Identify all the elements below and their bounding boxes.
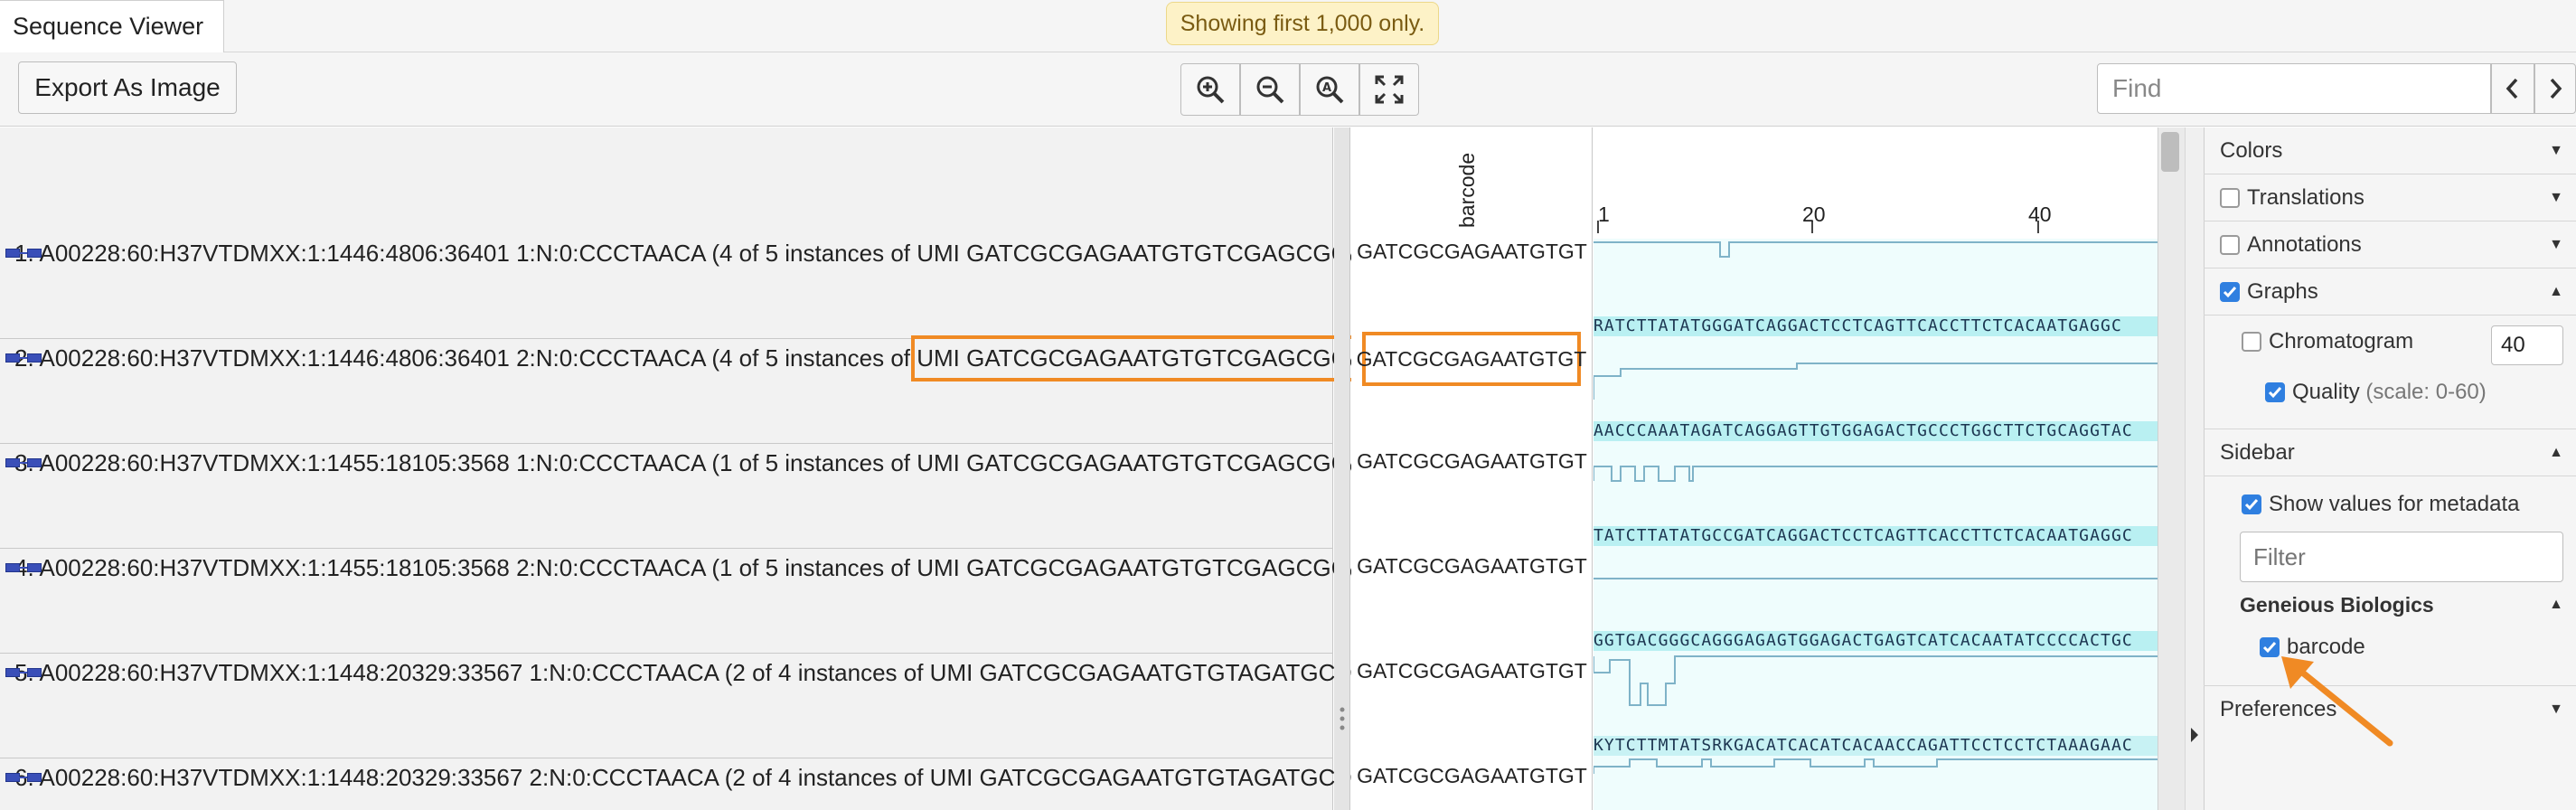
splitter-handle[interactable]: [1334, 127, 1350, 810]
sequence-row[interactable]: 2. A00228:60:H37VTDMXX:1:1446:4806:36401…: [0, 334, 1410, 381]
quality-graph: [1594, 546, 2158, 631]
scrollbar-thumb[interactable]: [2161, 132, 2179, 172]
chromatogram-label: Chromatogram: [2269, 329, 2414, 353]
filter-input[interactable]: [2240, 532, 2563, 582]
sequence-row[interactable]: 4. A00228:60:H37VTDMXX:1:1455:18105:3568…: [0, 545, 1405, 590]
chevron-down-icon: ▼: [2549, 236, 2563, 252]
quality-scale: (scale: 0-60): [2365, 380, 2487, 404]
expand-button[interactable]: [1359, 63, 1419, 116]
group-label: Geneious Biologics: [2240, 592, 2434, 617]
sequence-name: 3. A00228:60:H37VTDMXX:1:1455:18105:3568…: [14, 448, 1405, 476]
panel-collapse-strip[interactable]: [2185, 127, 2204, 810]
quality-graph: [1594, 239, 2158, 316]
metadata-value: GATCGCGAGAATGTGT: [1357, 554, 1587, 578]
sequence-name: 5. A00228:60:H37VTDMXX:1:1448:20329:3356…: [14, 658, 1405, 686]
ruler-label: 40: [2028, 202, 2052, 226]
barcode-checkbox[interactable]: [2260, 637, 2280, 657]
find-next-button[interactable]: [2534, 63, 2576, 114]
sequence-bases: KYTCTTMTATSRKGACATCACATCACAACCAGATTCCTCC…: [1594, 736, 2158, 756]
sequence-name: 1. A00228:60:H37VTDMXX:1:1446:4806:36401…: [14, 239, 1405, 267]
sequence-row[interactable]: 1. A00228:60:H37VTDMXX:1:1446:4806:36401…: [0, 231, 1405, 276]
quality-graph: [1594, 336, 2158, 421]
chevron-down-icon: ▼: [2549, 702, 2563, 717]
translations-checkbox[interactable]: [2220, 187, 2240, 208]
chevron-up-icon: ▲: [2549, 444, 2563, 460]
sequence-row[interactable]: 6. A00228:60:H37VTDMXX:1:1448:20329:3356…: [0, 755, 1404, 800]
find-input[interactable]: [2097, 63, 2491, 114]
zoom-in-icon: [1197, 76, 1225, 104]
show-values-label: Show values for metadata: [2269, 492, 2520, 516]
zoom-out-button[interactable]: [1240, 63, 1300, 116]
tab-sequence-viewer[interactable]: Sequence Viewer: [0, 0, 224, 52]
metadata-header-label: barcode: [1455, 152, 1479, 228]
export-as-image-button[interactable]: Export As Image: [18, 61, 237, 114]
graphs-checkbox[interactable]: [2220, 281, 2240, 302]
section-sidebar[interactable]: Sidebar ▲: [2204, 429, 2576, 476]
section-graphs-label: Graphs: [2247, 278, 2318, 304]
metadata-value: GATCGCGAGAATGTGT: [1357, 764, 1587, 787]
metadata-value: GATCGCGAGAATGTGT: [1357, 240, 1587, 263]
sequence-row[interactable]: 5. A00228:60:H37VTDMXX:1:1448:20329:3356…: [0, 650, 1404, 695]
sequence-bases: TATCTTATATGCCGATCAGGACTCCTCAGTTCACCTTCTC…: [1594, 526, 2158, 546]
chromatogram-option[interactable]: Chromatogram: [2242, 329, 2413, 354]
annotation-arrow-icon: [2281, 656, 2393, 747]
chevron-up-icon: ▲: [2549, 597, 2563, 612]
ruler: [1594, 221, 2158, 239]
chromatogram-checkbox[interactable]: [2242, 332, 2261, 352]
sequence-bases: AACCCAAATAGATCAGGAGTTGTGGAGACTGCCCTGGCTT…: [1594, 421, 2158, 441]
metadata-value: GATCGCGAGAATGTGT: [1357, 449, 1587, 473]
metadata-header: barcode: [1455, 153, 1491, 237]
notice-badge: Showing first 1,000 only.: [1166, 2, 1439, 45]
sequence-row[interactable]: 3. A00228:60:H37VTDMXX:1:1455:18105:3568…: [0, 440, 1405, 485]
sequence-name: 6. A00228:60:H37VTDMXX:1:1448:20329:3356…: [14, 763, 1405, 791]
quality-checkbox[interactable]: [2265, 382, 2285, 402]
section-colors[interactable]: Colors ▼: [2204, 127, 2576, 174]
chevron-up-icon: ▲: [2549, 283, 2563, 299]
chevron-right-icon: [2550, 78, 2562, 99]
section-sidebar-label: Sidebar: [2220, 439, 2295, 465]
quality-label: Quality: [2292, 380, 2360, 404]
ruler-label: 20: [1802, 202, 1826, 226]
quality-graph: [1594, 441, 2158, 526]
section-translations-label: Translations: [2247, 184, 2364, 210]
collapse-arrow-icon: [2191, 728, 2198, 742]
chevron-down-icon: ▼: [2549, 142, 2563, 158]
quality-graph: [1594, 651, 2158, 736]
section-graphs[interactable]: Graphs ▲: [2204, 268, 2576, 316]
section-annotations[interactable]: Annotations ▼: [2204, 221, 2576, 268]
section-translations[interactable]: Translations ▼: [2204, 174, 2576, 221]
zoom-in-button[interactable]: [1180, 63, 1240, 116]
show-values-option[interactable]: Show values for metadata: [2242, 492, 2520, 517]
show-values-checkbox[interactable]: [2242, 494, 2261, 514]
sequence-bases: RATCTTATATGGGATCAGGACTCCTCAGTTCACCTTCTCA…: [1594, 316, 2158, 336]
chromatogram-value-input[interactable]: 40: [2491, 325, 2563, 365]
find-previous-button[interactable]: [2491, 63, 2534, 114]
toolbar: Export As Image A: [0, 52, 2576, 127]
vertical-scrollbar[interactable]: [2158, 127, 2185, 810]
chevron-left-icon: [2505, 78, 2518, 99]
quality-graph: [1594, 756, 2158, 810]
zoom-to-fit-button[interactable]: A: [1300, 63, 1359, 116]
ruler-label: 1: [1598, 202, 1610, 226]
sequence-name: 2. A00228:60:H37VTDMXX:1:1446:4806:36401…: [14, 344, 917, 372]
sequence-name: 4. A00228:60:H37VTDMXX:1:1455:18105:3568…: [14, 553, 1405, 581]
drag-handle-icon: [1340, 707, 1345, 730]
section-annotations-label: Annotations: [2247, 231, 2362, 257]
expand-icon: [1375, 75, 1404, 104]
sequence-bases: GGTGACGGGCAGGGAGAGTGGAGACTGAGTCATCACAATA…: [1594, 631, 2158, 651]
chevron-down-icon: ▼: [2549, 189, 2563, 205]
group-geneious-biologics[interactable]: Geneious Biologics ▲: [2240, 589, 2576, 620]
zoom-to-fit-icon: A: [1316, 76, 1344, 104]
section-colors-label: Colors: [2220, 137, 2283, 163]
svg-text:A: A: [1322, 81, 1331, 95]
tab-label: Sequence Viewer: [13, 13, 204, 40]
metadata-value: GATCGCGAGAATGTGT: [1357, 659, 1587, 683]
metadata-value-highlighted: GATCGCGAGAATGTGT: [1357, 332, 1586, 386]
zoom-out-icon: [1256, 76, 1284, 104]
quality-option[interactable]: Quality (scale: 0-60): [2265, 380, 2487, 405]
annotations-checkbox[interactable]: [2220, 234, 2240, 255]
